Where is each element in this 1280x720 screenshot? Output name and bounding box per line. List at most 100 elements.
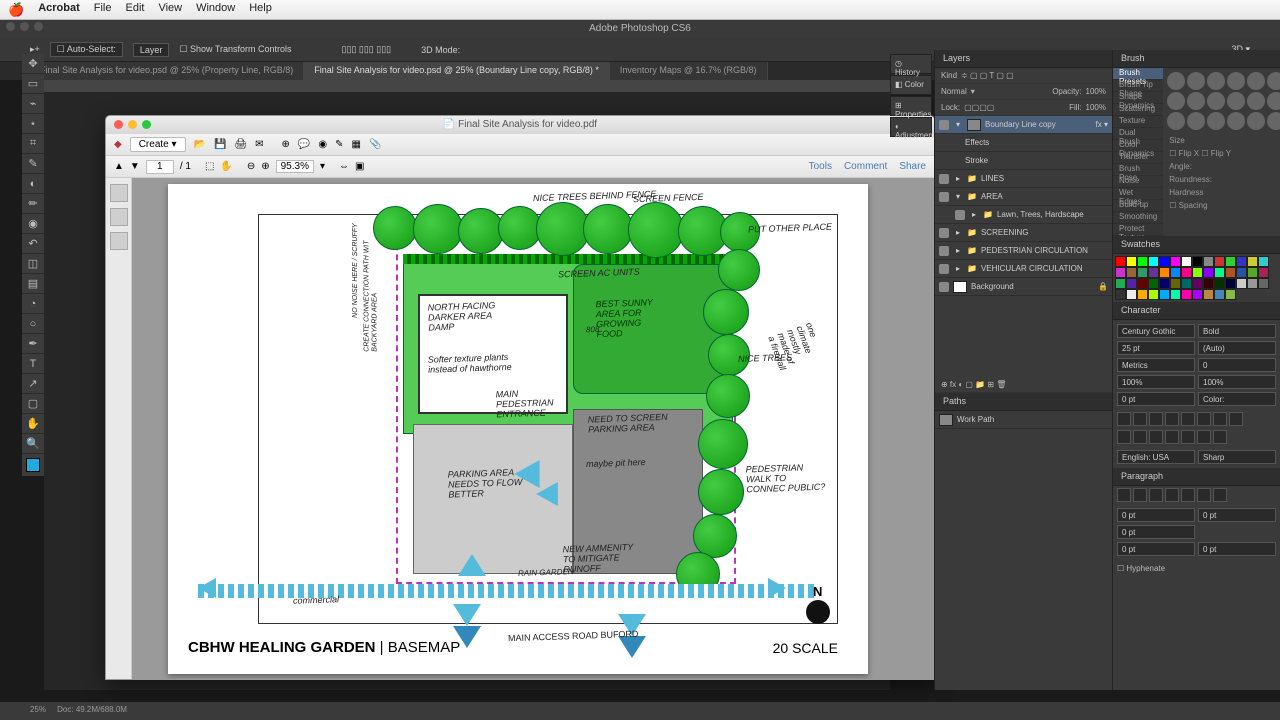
character-style-buttons[interactable] [1113, 410, 1280, 428]
brush-wet-edges[interactable]: Wet Edges [1113, 188, 1163, 200]
character-tab[interactable]: Character [1113, 302, 1280, 320]
menu-window[interactable]: Window [196, 2, 235, 18]
sign-icon[interactable]: ✎ [335, 139, 343, 150]
align-buttons[interactable]: ▯▯▯ ▯▯▯ ▯▯▯ [342, 44, 392, 55]
baseline-field[interactable]: 0 pt [1117, 392, 1195, 406]
brush-transfer[interactable]: Transfer [1113, 152, 1163, 164]
paragraph-align-buttons[interactable] [1113, 486, 1280, 504]
show-transform-checkbox[interactable]: ☐ Show Transform Controls [179, 44, 291, 55]
layer-lawn-trees[interactable]: ▸📁Lawn, Trees, Hardscape [935, 206, 1112, 224]
brush-tip-shape[interactable]: Brush Tip Shape [1113, 80, 1163, 92]
indent-right-field[interactable]: 0 pt [1198, 508, 1276, 522]
layer-vehicular[interactable]: ▸📁VEHICULAR CIRCULATION [935, 260, 1112, 278]
indent-left-field[interactable]: 0 pt [1117, 508, 1195, 522]
doc-tab-1[interactable]: Final Site Analysis for video.psd @ 25% … [304, 62, 610, 80]
brush-tab[interactable]: Brush [1113, 50, 1280, 68]
zoom-dropdown-icon[interactable]: ▾ [320, 161, 325, 172]
color-panel-tab[interactable]: ◧ Color [890, 75, 932, 95]
layer-pedestrian[interactable]: ▸📁PEDESTRIAN CIRCULATION [935, 242, 1112, 260]
doc-tab-2[interactable]: Inventory Maps @ 16.7% (RGB/8) [610, 62, 768, 80]
brush-thumbnail-grid[interactable] [1163, 68, 1280, 134]
brush-texture[interactable]: Texture [1113, 116, 1163, 128]
print-icon[interactable]: 🖨 [234, 139, 247, 150]
page-down-icon[interactable]: ▼ [130, 161, 140, 172]
layer-effects[interactable]: Effects [935, 134, 1112, 152]
stamp-tool[interactable]: ◉ [22, 214, 44, 234]
adjustments-panel-tab[interactable]: ◐ Adjustments [890, 117, 932, 137]
comment-link[interactable]: Comment [844, 161, 887, 172]
brush-pose[interactable]: Brush Pose [1113, 164, 1163, 176]
history-brush-tool[interactable]: ↶ [22, 234, 44, 254]
zoom-tool[interactable]: 🔍 [22, 434, 44, 454]
bookmarks-icon[interactable] [110, 208, 128, 226]
stamp-icon[interactable]: ◉ [318, 139, 327, 150]
apple-menu[interactable]: 🍎 [8, 2, 24, 18]
blur-tool[interactable]: ◔ [22, 294, 44, 314]
paragraph-tab[interactable]: Paragraph [1113, 468, 1280, 486]
crop-tool[interactable]: ⌗ [22, 134, 44, 154]
zoom-in-icon[interactable]: ⊕ [261, 161, 269, 172]
path-tool[interactable]: ↗ [22, 374, 44, 394]
app-menu[interactable]: Acrobat [38, 2, 80, 18]
layer-screening[interactable]: ▸📁SCREENING [935, 224, 1112, 242]
type-tool[interactable]: T [22, 354, 44, 374]
form-icon[interactable]: ▦ [352, 139, 361, 150]
acrobat-traffic-lights[interactable] [114, 120, 151, 129]
layers-footer[interactable]: ⊕ fx ◐ ▢ 📁 ⊞ 🗑 [935, 377, 1112, 393]
acrobat-page-area[interactable]: NICE TREES BEHIND FENCE SCREEN FENCE PUT… [132, 178, 934, 679]
page-up-icon[interactable]: ▲ [114, 161, 124, 172]
lasso-tool[interactable]: ⌁ [22, 94, 44, 114]
create-button[interactable]: Create ▾ [130, 137, 186, 152]
antialias-field[interactable]: Sharp [1198, 450, 1276, 464]
auto-select-checkbox[interactable]: ☐ Auto-Select: [50, 42, 123, 57]
menu-edit[interactable]: Edit [125, 2, 144, 18]
layers-filter-row[interactable]: Kind ≑ ▢ ▢ T ▢ ▢ [935, 68, 1112, 84]
brush-buildup[interactable]: Build-up [1113, 200, 1163, 212]
text-color-field[interactable]: Color: [1198, 392, 1276, 406]
swatches-tab[interactable]: Swatches [1113, 236, 1280, 254]
auto-select-target[interactable]: Layer [133, 43, 170, 57]
move-tool[interactable]: ✥ [22, 54, 44, 74]
leading-field[interactable]: (Auto) [1198, 341, 1276, 355]
marquee-tool[interactable]: ▭ [22, 74, 44, 94]
select-tool-icon[interactable]: ⬚ [205, 161, 214, 172]
layers-lock-row[interactable]: Lock: ▢▢▢▢ Fill: 100% [935, 100, 1112, 116]
hand-tool[interactable]: ✋ [22, 414, 44, 434]
space-after-field[interactable]: 0 pt [1198, 542, 1276, 556]
font-style-field[interactable]: Bold [1198, 324, 1276, 338]
hscale-field[interactable]: 100% [1198, 375, 1276, 389]
menu-view[interactable]: View [158, 2, 182, 18]
space-before-field[interactable]: 0 pt [1117, 542, 1195, 556]
pen-tool[interactable]: ✒ [22, 334, 44, 354]
layer-area[interactable]: ▾📁AREA [935, 188, 1112, 206]
work-path[interactable]: Work Path [935, 411, 1112, 429]
brush-tool[interactable]: ✏ [22, 194, 44, 214]
foreground-color[interactable] [26, 458, 40, 472]
language-field[interactable]: English: USA [1117, 450, 1195, 464]
hand-tool-icon[interactable]: ✋ [220, 161, 232, 172]
window-traffic-lights[interactable] [6, 22, 43, 31]
history-panel-tab[interactable]: ◷ History [890, 54, 932, 74]
first-line-field[interactable]: 0 pt [1117, 525, 1195, 539]
wand-tool[interactable]: ⋆ [22, 114, 44, 134]
tools-link[interactable]: Tools [809, 161, 832, 172]
save-icon[interactable]: 💾 [214, 139, 226, 150]
kerning-field[interactable]: Metrics [1117, 358, 1195, 372]
font-family-field[interactable]: Century Gothic [1117, 324, 1195, 338]
brush-dual[interactable]: Dual Brush [1113, 128, 1163, 140]
zoom-out-icon[interactable]: ⊖ [247, 161, 255, 172]
acrobat-titlebar[interactable]: 📄 Final Site Analysis for video.pdf [106, 116, 934, 134]
brush-flip-row[interactable]: ☐ Flip X ☐ Flip Y [1163, 147, 1280, 160]
export-icon[interactable]: ⊕ [282, 139, 290, 150]
brush-noise[interactable]: Noise [1113, 176, 1163, 188]
brush-shape-dynamics[interactable]: Shape Dynamics [1113, 92, 1163, 104]
attachments-icon[interactable] [110, 232, 128, 250]
opentype-buttons[interactable] [1113, 428, 1280, 446]
fit-page-icon[interactable]: ▣ [355, 161, 364, 172]
fit-width-icon[interactable]: ⇔ [339, 161, 349, 172]
open-icon[interactable]: 📂 [194, 139, 206, 150]
layer-stroke[interactable]: Stroke [935, 152, 1112, 170]
hyphenate-checkbox[interactable]: ☐ Hyphenate [1113, 560, 1280, 577]
eyedropper-tool[interactable]: ✎ [22, 154, 44, 174]
brush-protect[interactable]: Protect Texture [1113, 224, 1163, 236]
